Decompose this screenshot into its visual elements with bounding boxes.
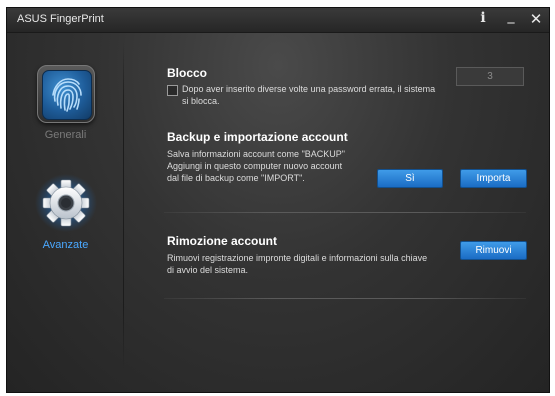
app-window: ASUS FingerPrint i _ ✕ Generali Avanzate… (6, 7, 550, 393)
sidebar-item-label: Generali (44, 129, 87, 141)
fingerprint-icon (36, 65, 95, 123)
import-button[interactable]: Importa (460, 169, 527, 188)
backup-description: Salva informazioni account come "BACKUP"… (167, 148, 377, 184)
gear-icon (34, 173, 98, 233)
backup-yes-button[interactable]: Sì (377, 169, 443, 188)
app-title: ASUS FingerPrint (17, 13, 104, 25)
section-divider (164, 212, 526, 213)
titlebar[interactable]: ASUS FingerPrint i _ ✕ (7, 8, 549, 33)
lock-checkbox[interactable] (167, 85, 178, 96)
lock-desc-line2: si blocca. (182, 96, 220, 106)
remove-button[interactable]: Rimuovi (460, 241, 527, 260)
minimize-button[interactable]: _ (502, 8, 520, 24)
lock-desc-line1: Dopo aver inserito diverse volte una pas… (182, 84, 436, 94)
removal-section-title: Rimozione account (167, 234, 278, 248)
removal-desc-line1: Rimuovi registrazione impronte digitali … (167, 253, 428, 263)
lock-checkbox-label: Dopo aver inserito diverse volte una pas… (182, 83, 457, 107)
lock-section-title: Blocco (167, 66, 208, 80)
sidebar-item-general[interactable]: Generali (7, 65, 124, 141)
backup-desc-line3: dal file di backup come "IMPORT". (167, 173, 305, 183)
close-button[interactable]: ✕ (527, 10, 545, 28)
info-button[interactable]: i (474, 10, 492, 26)
removal-description: Rimuovi registrazione impronte digitali … (167, 252, 457, 276)
backup-desc-line1: Salva informazioni account come "BACKUP" (167, 149, 345, 159)
backup-section-title: Backup e importazione account (167, 130, 348, 144)
sidebar-item-advanced[interactable]: Avanzate (7, 173, 124, 251)
attempts-input[interactable]: 3 (456, 67, 524, 86)
removal-desc-line2: di avvio del sistema. (167, 265, 249, 275)
section-divider (164, 298, 526, 299)
main-content: Blocco Dopo aver inserito diverse volte … (124, 33, 549, 392)
sidebar-item-label: Avanzate (42, 239, 89, 251)
sidebar: Generali Avanzate (7, 33, 124, 392)
backup-desc-line2: Aggiungi in questo computer nuovo accoun… (167, 161, 343, 171)
